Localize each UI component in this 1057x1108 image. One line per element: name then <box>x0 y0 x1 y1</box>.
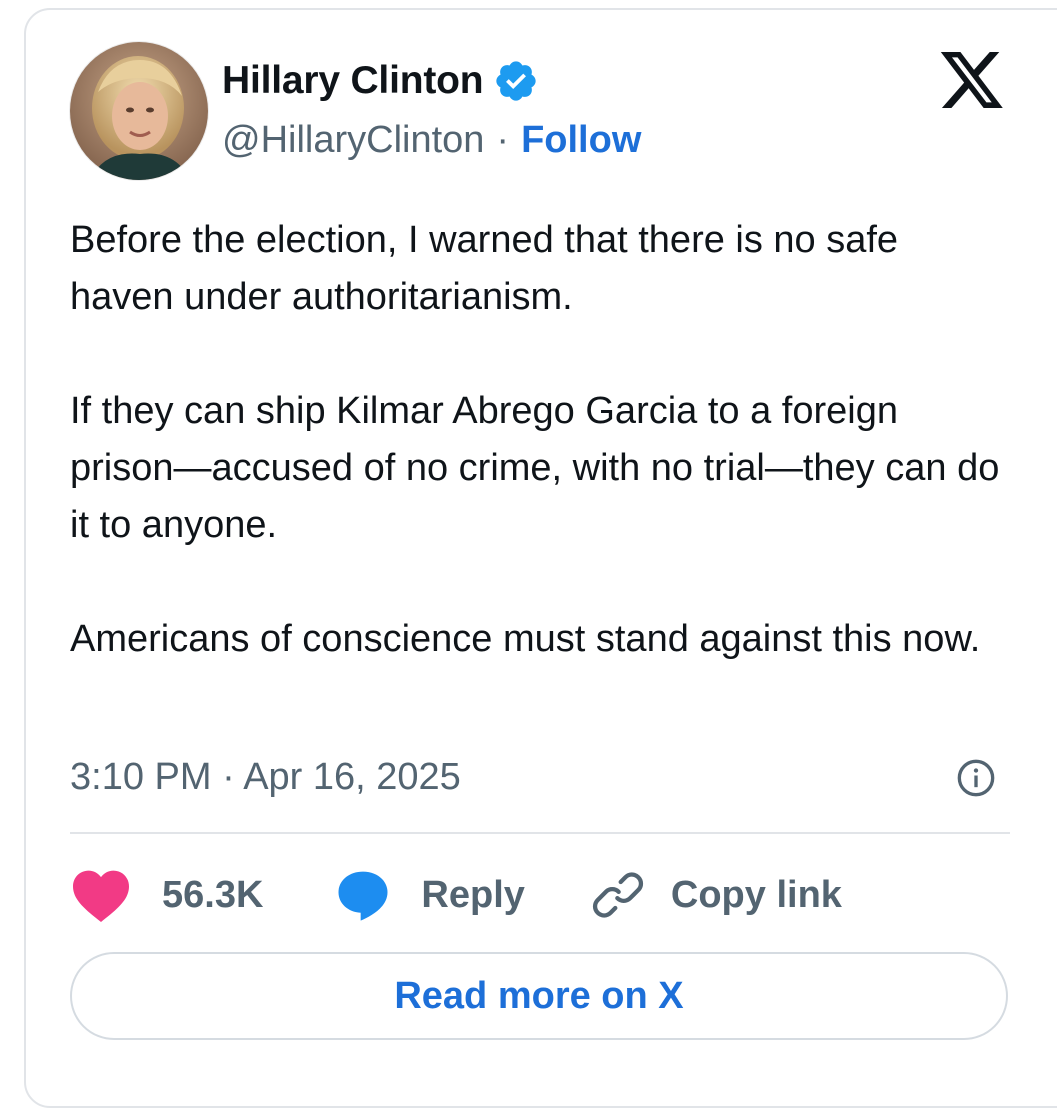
divider <box>70 832 1010 834</box>
follow-button[interactable]: Follow <box>521 119 641 162</box>
reply-button[interactable]: Reply <box>335 867 525 923</box>
author-handle-row: @HillaryClinton · Follow <box>222 116 641 164</box>
verified-badge-icon <box>496 61 537 101</box>
heart-icon <box>73 870 129 922</box>
x-logo-icon[interactable] <box>940 52 1004 108</box>
tweet-paragraph: Americans of conscience must stand again… <box>70 618 981 660</box>
reply-label: Reply <box>421 873 525 916</box>
avatar[interactable] <box>70 42 208 180</box>
tweet-actions: 56.3K Reply Copy link <box>70 862 842 928</box>
author-name-row: Hillary Clinton <box>222 56 539 106</box>
copy-link-button[interactable]: Copy link <box>591 868 842 922</box>
like-button[interactable]: 56.3K <box>70 867 263 923</box>
tweet-paragraph: Before the election, I warned that there… <box>70 219 899 318</box>
tweet-timestamp[interactable]: 3:10 PM · Apr 16, 2025 <box>70 750 461 804</box>
link-icon <box>592 872 643 918</box>
info-icon[interactable] <box>956 758 996 798</box>
tweet-text: Before the election, I warned that there… <box>70 212 1010 668</box>
separator-dot: · <box>496 118 510 161</box>
read-more-button[interactable]: Read more on X <box>70 952 1008 1040</box>
avatar-image <box>70 42 208 180</box>
copy-link-label: Copy link <box>670 873 842 916</box>
author-name[interactable]: Hillary Clinton <box>222 59 484 103</box>
speech-bubble-icon <box>338 871 388 921</box>
like-count: 56.3K <box>162 873 264 916</box>
author-handle[interactable]: @HillaryClinton <box>222 119 484 162</box>
tweet-paragraph: If they can ship Kilmar Abrego Garcia to… <box>70 390 1000 546</box>
read-more-label: Read more on X <box>394 974 684 1017</box>
